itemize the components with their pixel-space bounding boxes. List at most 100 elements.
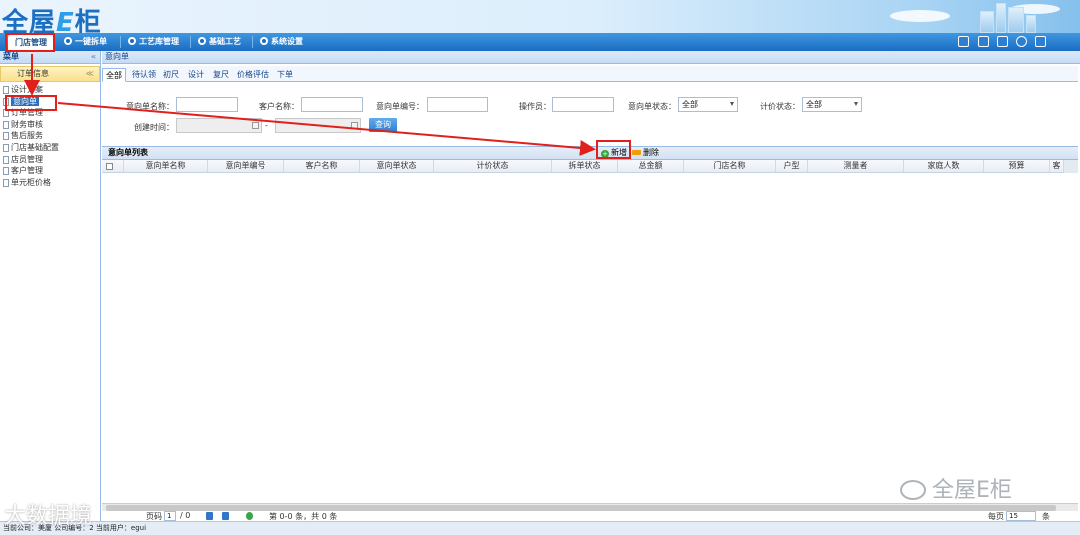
grid-title-bar: 意向单列表 + 新增 删除	[102, 146, 1078, 160]
tab-re-measure[interactable]: 复尺	[210, 68, 232, 82]
intent-number-label: 意向单编号：	[376, 102, 424, 111]
intent-status-select[interactable]: 全部	[678, 97, 738, 112]
nav-separator	[190, 36, 191, 48]
highlight-store-management	[5, 33, 55, 52]
sidebar-item-staff-management[interactable]: 店员管理	[0, 154, 100, 166]
column-header[interactable]: 户型	[776, 160, 808, 173]
horizontal-scrollbar[interactable]	[102, 503, 1078, 511]
document-icon	[3, 132, 9, 141]
tab-price-evaluation[interactable]: 价格评估	[234, 68, 272, 82]
calendar-icon[interactable]	[978, 36, 989, 47]
calendar-icon[interactable]	[252, 122, 259, 129]
tab-place-order[interactable]: 下单	[274, 68, 296, 82]
vertical-scrollbar[interactable]	[1064, 160, 1078, 173]
page-input[interactable]: 1	[164, 511, 176, 521]
nav-tab-system-settings[interactable]: 系统设置	[260, 33, 303, 51]
created-time-label: 创建时间：	[134, 123, 174, 132]
column-header[interactable]: 意向单编号	[208, 160, 284, 173]
status-tabs: 全部 待认领 初尺 设计 复尺 价格评估 下单	[102, 66, 1078, 82]
column-header[interactable]: 家庭人数	[904, 160, 984, 173]
sidebar-item-store-config[interactable]: 门店基础配置	[0, 142, 100, 154]
document-icon	[3, 167, 9, 176]
nav-tab-process-library[interactable]: 工艺库管理	[128, 33, 179, 51]
pager: 页码 1 / 0 第 0-0 条，共 0 条 每页 15 条	[102, 511, 1078, 521]
price-status-select[interactable]: 全部	[802, 97, 862, 112]
page-total: / 0	[180, 511, 191, 520]
nav-tab-one-click-split[interactable]: 一键拆单	[64, 33, 107, 51]
tab-initial-measure[interactable]: 初尺	[160, 68, 182, 82]
created-start-input[interactable]	[176, 118, 262, 133]
created-end-input[interactable]	[275, 118, 361, 133]
delete-button[interactable]: 删除	[632, 147, 659, 159]
customer-name-label: 客户名称：	[259, 102, 299, 111]
nav-separator	[120, 36, 121, 48]
intent-name-input[interactable]	[176, 97, 238, 112]
app-logo: 全屋E柜	[2, 8, 102, 33]
collapse-sidebar-icon[interactable]: «	[91, 51, 96, 63]
sidebar-group-order-info[interactable]: 订单信息 ≪	[0, 66, 100, 82]
app-header: 全屋E柜	[0, 0, 1080, 33]
tab-all[interactable]: 全部	[102, 68, 126, 82]
sidebar-item-design-plan[interactable]: 设计方案	[0, 84, 100, 96]
document-icon	[3, 120, 9, 129]
column-header[interactable]: 客	[1050, 160, 1064, 173]
intent-name-label: 意向单名称：	[126, 102, 174, 111]
per-page-select[interactable]: 15	[1006, 511, 1036, 521]
refresh-icon[interactable]	[246, 512, 253, 520]
query-button[interactable]: 查询	[369, 118, 397, 132]
sidebar-item-after-sales[interactable]: 售后服务	[0, 130, 100, 142]
column-header[interactable]: 拆单状态	[552, 160, 618, 173]
sidebar-item-unit-cabinet-price[interactable]: 单元柜价格	[0, 177, 100, 189]
sidebar-title: 菜单	[3, 52, 19, 61]
check-circle-icon	[128, 37, 136, 45]
sidebar-item-finance-review[interactable]: 财务审核	[0, 119, 100, 131]
document-icon	[3, 143, 9, 152]
select-all-column	[102, 160, 124, 173]
tab-design[interactable]: 设计	[185, 68, 207, 82]
gear-circle-icon	[198, 37, 206, 45]
grid-header: 意向单名称 意向单编号 客户名称 意向单状态 计价状态 拆单状态 总金额 门店名…	[102, 160, 1078, 173]
customer-name-input[interactable]	[301, 97, 363, 112]
logout-icon[interactable]	[1035, 36, 1046, 47]
column-header[interactable]: 意向单名称	[124, 160, 208, 173]
column-header[interactable]: 预算	[984, 160, 1050, 173]
header-building	[996, 3, 1006, 33]
document-icon	[3, 178, 9, 187]
intent-number-input[interactable]	[427, 97, 488, 112]
tab-pending-claim[interactable]: 待认领	[129, 68, 159, 82]
check-circle-icon	[64, 37, 72, 45]
column-header[interactable]: 门店名称	[684, 160, 776, 173]
last-page-icon[interactable]	[222, 512, 229, 520]
monitor-icon[interactable]	[958, 36, 969, 47]
main-panel: 意向单 全部 待认领 初尺 设计 复尺 价格评估 下单 意向单名称： 客户名称：…	[102, 51, 1080, 521]
column-header[interactable]: 计价状态	[434, 160, 552, 173]
date-range-separator: -	[265, 121, 268, 130]
status-bar: 当前公司：美厦 公司编号：2 当前用户：egui	[0, 521, 1080, 535]
watermark-right: 全屋E柜	[900, 472, 1012, 504]
operator-input[interactable]	[552, 97, 614, 112]
document-icon	[3, 86, 9, 94]
wechat-icon	[900, 480, 926, 500]
chevron-down-icon	[854, 102, 858, 106]
intent-status-label: 意向单状态：	[628, 102, 676, 111]
calendar-icon[interactable]	[351, 122, 358, 129]
column-header[interactable]: 客户名称	[284, 160, 360, 173]
nav-tab-basic-process[interactable]: 基础工艺	[198, 33, 241, 51]
header-cloud	[890, 10, 950, 22]
scrollbar-thumb[interactable]	[106, 505, 1056, 511]
gear-icon[interactable]	[1016, 36, 1027, 47]
delete-icon	[632, 150, 641, 155]
grid-body	[102, 173, 1078, 503]
select-all-checkbox[interactable]	[106, 163, 113, 170]
column-header[interactable]: 意向单状态	[360, 160, 434, 173]
column-header[interactable]: 总金额	[618, 160, 684, 173]
next-page-icon[interactable]	[206, 512, 213, 520]
chevron-up-icon[interactable]: ≪	[86, 67, 94, 81]
highlight-add-button	[596, 140, 631, 159]
top-nav: 门店管理 一键拆单 工艺库管理 基础工艺 系统设置	[0, 33, 1080, 51]
sidebar-item-customer-management[interactable]: 客户管理	[0, 165, 100, 177]
sidebar-header: 菜单 «	[0, 51, 100, 64]
column-header[interactable]: 测量者	[808, 160, 904, 173]
user-icon[interactable]	[997, 36, 1008, 47]
price-status-label: 计价状态：	[760, 102, 800, 111]
